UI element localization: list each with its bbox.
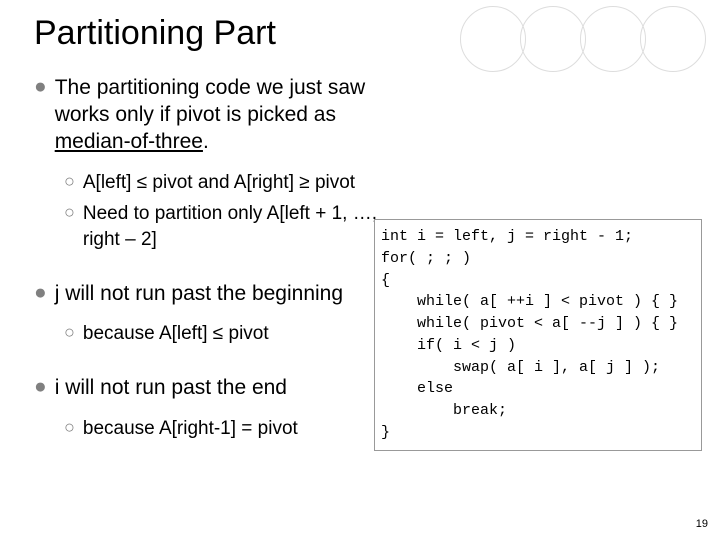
- subbullet-1-2-text: Need to partition only A[left + 1, …, ri…: [83, 201, 383, 252]
- bullet-1: ● The partitioning code we just saw work…: [34, 75, 700, 156]
- code-snippet: int i = left, j = right - 1; for( ; ; ) …: [374, 219, 702, 451]
- bullet-2-text: j will not run past the beginning: [55, 281, 343, 308]
- subbullet-2-1-text: because A[left] ≤ pivot: [83, 321, 269, 347]
- slide: Partitioning Part ● The partitioning cod…: [0, 0, 720, 540]
- circle-bullet-icon: ○: [64, 170, 75, 196]
- subbullet-1-1: ○ A[left] ≤ pivot and A[right] ≥ pivot: [64, 170, 700, 196]
- bullet-3-text: i will not run past the end: [55, 375, 287, 402]
- bullet-1-underline: median-of-three: [55, 130, 203, 153]
- decorative-circles: [466, 6, 706, 72]
- bullet-1-text: The partitioning code we just saw works …: [55, 75, 415, 156]
- bullet-1-pre: The partitioning code we just saw works …: [55, 76, 366, 126]
- page-number: 19: [696, 518, 708, 530]
- disc-bullet-icon: ●: [34, 75, 47, 156]
- subbullet-3-1-text: because A[right-1] = pivot: [83, 416, 298, 442]
- circle-bullet-icon: ○: [64, 416, 75, 442]
- circle-icon: [520, 6, 586, 72]
- circle-icon: [640, 6, 706, 72]
- circle-icon: [580, 6, 646, 72]
- subbullet-1-1-text: A[left] ≤ pivot and A[right] ≥ pivot: [83, 170, 355, 196]
- disc-bullet-icon: ●: [34, 281, 47, 308]
- circle-icon: [460, 6, 526, 72]
- disc-bullet-icon: ●: [34, 375, 47, 402]
- circle-bullet-icon: ○: [64, 201, 75, 252]
- circle-bullet-icon: ○: [64, 321, 75, 347]
- slide-body: ● The partitioning code we just saw work…: [30, 75, 700, 442]
- bullet-1-post: .: [203, 130, 209, 153]
